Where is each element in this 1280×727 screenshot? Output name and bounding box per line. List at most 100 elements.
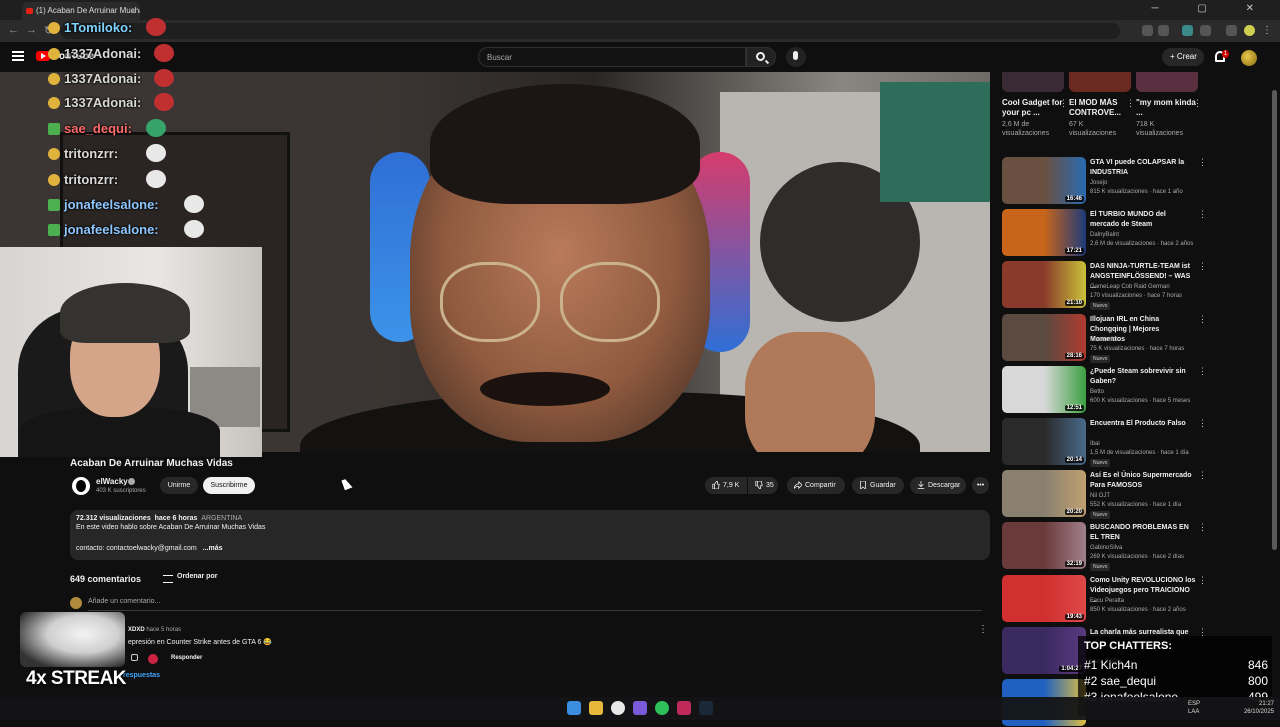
file-explorer-icon[interactable] [589,701,603,715]
video-menu-icon[interactable]: ⋮ [1198,522,1207,533]
window-controls[interactable]: ─ ▢ ✕ [1152,3,1272,14]
video-title[interactable]: BUSCANDO PROBLEMAS EN EL TREN [1090,523,1196,543]
install-icon[interactable] [1142,25,1153,36]
recommended-video[interactable]: 21:10 DAS NINJA-TURTLE-TEAM ist ANGSTEINF… [1002,261,1207,311]
recommended-video[interactable]: 20:20 Así Es el Único Supermercado Para F… [1002,470,1207,520]
video-menu-icon[interactable]: ⋮ [1198,261,1207,272]
media-icon[interactable] [1226,25,1237,36]
close-tab-icon[interactable]: × [131,2,136,20]
description-box[interactable]: 72.312 visualizaciones hace 6 horas ARGE… [70,510,990,560]
comment-author-avatar[interactable] [20,612,125,667]
video-channel[interactable]: Nil OJT [1090,493,1110,499]
recommended-video[interactable]: 16:46 GTA VI puede COLAPSAR la INDUSTRIA J… [1002,157,1207,205]
channel-avatar[interactable] [72,477,90,495]
video-thumbnail[interactable]: 17:21 [1002,209,1086,257]
recommended-video[interactable]: 12:51 ¿Puede Steam sobrevivir sin Gaben? B… [1002,365,1207,414]
browser-tab[interactable]: (1) Acaban De Arruinar Muchas × [22,2,140,20]
video-menu-icon[interactable]: ⋮ [1198,418,1207,429]
join-button[interactable]: Unirme [160,477,198,494]
keyboard-language[interactable]: ESP LAA [1188,700,1200,716]
video-title[interactable]: Así Es el Único Supermercado Para FAMOSO… [1090,471,1196,491]
extensions-puzzle-icon[interactable] [1200,25,1211,36]
video-channel[interactable]: Rincon Ilo [1090,337,1117,343]
short-thumbnail[interactable] [1136,72,1198,92]
subscribe-button[interactable]: Suscribirme [203,477,255,494]
short-menu-icon[interactable]: ⋮ [1193,98,1202,109]
video-channel[interactable]: Facu Peralta [1090,598,1124,604]
search-input[interactable]: Buscar [478,47,746,67]
bookmark-star-icon[interactable] [1158,25,1169,36]
video-thumbnail[interactable]: 28:16 [1002,313,1086,361]
more-actions-button[interactable]: ••• [972,477,989,494]
voice-search-icon[interactable] [786,47,806,67]
short-thumbnail[interactable] [1002,72,1064,92]
video-menu-icon[interactable]: ⋮ [1198,157,1207,168]
video-thumbnail[interactable]: 32:19 [1002,522,1086,570]
taskbar-clock[interactable]: 21:27 26/10/2025 [1244,700,1274,716]
url-field[interactable] [60,23,1120,39]
video-title[interactable]: ¿Puede Steam sobrevivir sin Gaben? [1090,367,1196,387]
short-menu-icon[interactable]: ⋮ [1126,98,1135,109]
hamburger-menu-icon[interactable] [12,51,24,61]
video-title[interactable]: El TURBIO MUNDO del mercado de Steam [1090,210,1196,230]
short-title[interactable]: "my mom kinda ... [1136,98,1198,118]
recommended-video[interactable]: 32:19 BUSCANDO PROBLEMAS EN EL TREN Gabino… [1002,522,1207,572]
short-item[interactable]: Cool Gadget for your pc ... 2,6 M de visu… [1002,72,1068,138]
recommended-video[interactable]: 20:14 Encuentra El Producto Falso Ibai 1,5 … [1002,418,1207,467]
video-thumbnail[interactable]: 1:04:27 [1002,626,1086,674]
search-button[interactable] [746,47,776,67]
video-channel[interactable]: DalnyBalnt [1090,232,1119,238]
video-title[interactable]: GTA VI puede COLAPSAR la INDUSTRIA [1090,158,1196,178]
video-menu-icon[interactable]: ⋮ [1198,575,1207,586]
share-button[interactable]: Compartir [787,477,845,494]
comment-like-icon[interactable] [131,654,138,661]
video-menu-icon[interactable]: ⋮ [1198,470,1207,481]
short-item[interactable]: "my mom kinda ... 718 K visualizaciones ⋮ [1136,72,1202,138]
video-thumbnail[interactable]: 12:51 [1002,365,1086,413]
video-menu-icon[interactable]: ⋮ [1198,366,1207,377]
windows-start-icon[interactable] [567,701,581,715]
channel-name[interactable]: elWacky [96,477,128,486]
chrome-icon[interactable] [611,701,625,715]
video-thumbnail[interactable]: 16:46 [1002,157,1086,204]
recommended-video[interactable]: 17:21 El TURBIO MUNDO del mercado de Stea… [1002,209,1207,257]
view-replies-button[interactable]: respuestas [123,672,160,679]
recommended-video[interactable]: 28:16 Illojuan IRL en China Chongqing | M… [1002,313,1207,363]
video-thumbnail[interactable]: 20:20 [1002,470,1086,518]
extension-icon[interactable] [1182,25,1193,36]
sort-button[interactable]: Ordenar por [177,573,217,580]
save-button[interactable]: Guardar [852,477,904,494]
video-menu-icon[interactable]: ⋮ [1198,314,1207,325]
comment-menu-icon[interactable]: ⋮ [978,624,988,635]
show-more-link[interactable]: ...más [203,545,223,552]
profile-icon[interactable] [1244,25,1255,36]
app-icon[interactable] [633,701,647,715]
app-icon[interactable] [677,701,691,715]
menu-icon[interactable]: ⋮ [1262,25,1273,36]
download-button[interactable]: Descargar [910,477,966,494]
dislike-button[interactable]: 35 [748,477,778,494]
create-button[interactable]: + Crear [1162,48,1204,66]
like-button[interactable]: 7,9 K [705,477,747,494]
video-thumbnail[interactable]: 19:43 [1002,574,1086,622]
comment-author[interactable]: XDXD hace 5 horas [128,627,181,633]
short-title[interactable]: El MOD MÁS CONTROVE... [1069,98,1131,118]
sort-icon[interactable] [163,575,173,583]
video-thumbnail[interactable]: 21:10 [1002,261,1086,309]
short-title[interactable]: Cool Gadget for your pc ... [1002,98,1064,118]
video-channel[interactable]: Josejo [1090,180,1107,186]
short-thumbnail[interactable] [1069,72,1131,92]
video-thumbnail[interactable]: 20:14 [1002,418,1086,465]
add-comment-input[interactable]: Añade un comentario... [88,598,160,605]
video-menu-icon[interactable]: ⋮ [1198,209,1207,220]
steam-icon[interactable] [699,701,713,715]
page-scrollbar[interactable] [1272,90,1277,550]
video-channel[interactable]: Betto [1090,389,1104,395]
account-avatar[interactable] [1241,50,1257,66]
reply-button[interactable]: Responder [171,655,202,661]
forward-icon[interactable]: → [26,24,37,36]
video-channel[interactable]: GameLeap Cob Raid German [1090,284,1170,290]
recommended-video[interactable]: 19:43 Como Unity REVOLUCIONO los Videojue… [1002,574,1207,623]
video-title[interactable]: Encuentra El Producto Falso [1090,419,1196,429]
video-channel[interactable]: GabinoSilva [1090,545,1122,551]
